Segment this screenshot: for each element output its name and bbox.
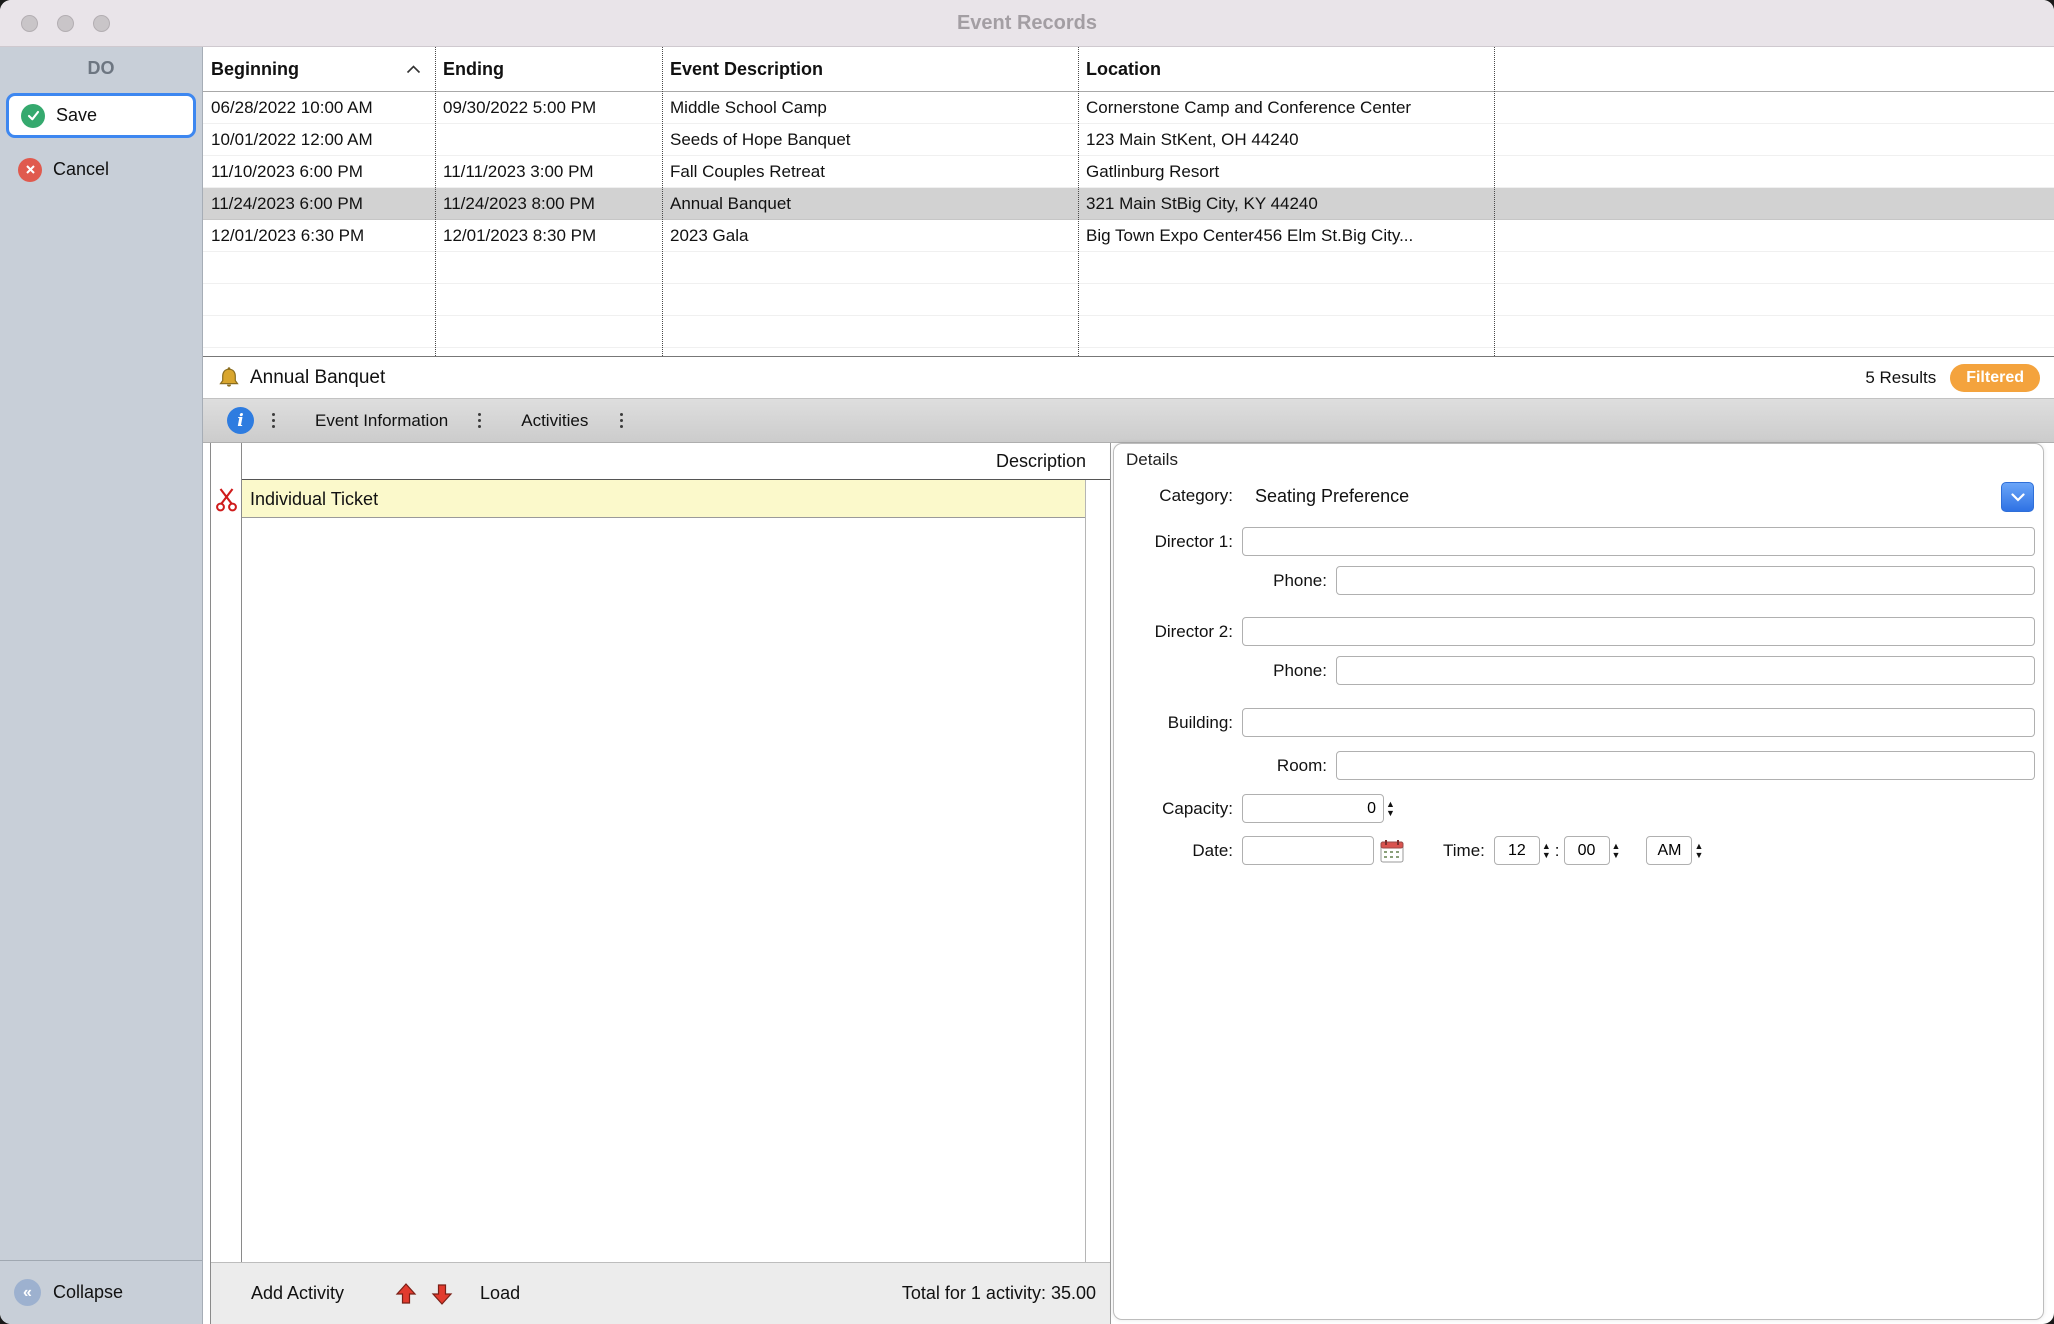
capacity-label: Capacity: — [1114, 799, 1242, 819]
drag-handle-icon[interactable] — [478, 413, 481, 428]
load-button[interactable]: Load — [472, 1279, 528, 1308]
column-header-description[interactable]: Event Description — [662, 59, 1078, 80]
table-row-empty — [203, 316, 2054, 348]
red-arrow-up-icon[interactable] — [394, 1282, 418, 1306]
table-row-selected[interactable]: 11/24/2023 6:00 PM 11/24/2023 8:00 PM An… — [203, 188, 2054, 220]
calendar-icon[interactable] — [1379, 838, 1405, 864]
save-button-label: Save — [56, 105, 97, 126]
column-divider — [662, 47, 663, 356]
drag-handle-icon[interactable] — [272, 413, 275, 428]
activity-gutter — [211, 443, 242, 1262]
activities-panel: Description Individual Ticket Add Activi… — [210, 443, 1111, 1324]
capacity-stepper[interactable]: ▲▼ — [1386, 800, 1395, 818]
description-column-header: Description — [242, 443, 1110, 480]
sidebar-header: DO — [0, 47, 202, 89]
phone2-label: Phone: — [1114, 661, 1336, 681]
collapse-label: Collapse — [53, 1282, 123, 1303]
activity-list: Individual Ticket — [242, 480, 1085, 1262]
tab-activities[interactable]: Activities — [521, 411, 588, 431]
tab-event-information[interactable]: Event Information — [315, 411, 448, 431]
table-header-row: Beginning Ending Event Description Locat… — [203, 47, 2054, 92]
minute-stepper[interactable]: ▲▼ — [1612, 842, 1621, 860]
time-hour-input[interactable] — [1494, 836, 1540, 865]
table-row-empty — [203, 284, 2054, 316]
drag-handle-icon[interactable] — [620, 413, 623, 428]
info-circle-icon[interactable]: i — [227, 407, 254, 434]
director1-label: Director 1: — [1114, 532, 1242, 552]
window-title: Event Records — [0, 0, 2054, 47]
building-label: Building: — [1114, 713, 1242, 733]
details-title: Details — [1126, 450, 1178, 470]
check-circle-icon — [21, 104, 45, 128]
column-header-location[interactable]: Location — [1078, 59, 1494, 80]
column-divider — [1494, 47, 1495, 356]
date-input[interactable] — [1242, 836, 1374, 865]
events-table: Beginning Ending Event Description Locat… — [203, 47, 2054, 357]
double-chevron-left-icon: « — [14, 1279, 41, 1306]
filtered-badge[interactable]: Filtered — [1950, 364, 2040, 392]
summary-bar: Annual Banquet 5 Results Filtered — [203, 358, 2054, 398]
selected-event-name: Annual Banquet — [250, 367, 385, 389]
table-row[interactable]: 06/28/2022 10:00 AM 09/30/2022 5:00 PM M… — [203, 92, 2054, 124]
meridiem-stepper[interactable]: ▲▼ — [1694, 842, 1703, 860]
chevron-up-icon — [406, 65, 421, 74]
tab-bar: i Event Information Activities — [203, 398, 2054, 443]
time-label: Time: — [1443, 841, 1485, 861]
table-row-empty — [203, 252, 2054, 284]
time-minute-input[interactable] — [1564, 836, 1610, 865]
details-panel: Details Category: Seating Preference Dir… — [1113, 443, 2044, 1320]
room-input[interactable] — [1336, 751, 2035, 780]
activities-total: Total for 1 activity: 35.00 — [902, 1283, 1096, 1304]
phone1-label: Phone: — [1114, 571, 1336, 591]
column-header-beginning[interactable]: Beginning — [203, 59, 435, 80]
save-button[interactable]: Save — [6, 93, 196, 138]
date-label: Date: — [1114, 841, 1242, 861]
collapse-button[interactable]: « Collapse — [0, 1260, 202, 1324]
event-records-window: Event Records DO Save Cancel « Collapse — [0, 0, 2054, 1324]
building-input[interactable] — [1242, 708, 2035, 737]
screen: Event Records DO Save Cancel « Collapse — [0, 0, 2054, 1324]
results-count: 5 Results — [1865, 368, 1936, 388]
chevron-down-icon[interactable] — [2001, 482, 2034, 512]
activities-footer: Add Activity Load Total for 1 activity: … — [211, 1262, 1110, 1324]
column-divider — [1078, 47, 1079, 356]
capacity-input[interactable] — [1242, 794, 1384, 823]
time-meridiem-input[interactable] — [1646, 836, 1692, 865]
column-divider — [435, 47, 436, 356]
title-bar: Event Records — [0, 0, 2054, 47]
scrollbar-track[interactable] — [1085, 480, 1110, 1262]
table-row[interactable]: 11/10/2023 6:00 PM 11/11/2023 3:00 PM Fa… — [203, 156, 2054, 188]
phone1-input[interactable] — [1336, 566, 2035, 595]
cancel-button[interactable]: Cancel — [6, 147, 196, 192]
time-separator: : — [1555, 841, 1560, 861]
add-activity-button[interactable]: Add Activity — [243, 1279, 352, 1308]
x-circle-icon — [18, 158, 42, 182]
bell-icon — [217, 366, 241, 390]
hour-stepper[interactable]: ▲▼ — [1542, 842, 1551, 860]
red-arrow-down-icon[interactable] — [430, 1282, 454, 1306]
category-label: Category: — [1114, 486, 1242, 506]
room-label: Room: — [1114, 756, 1336, 776]
table-row[interactable]: 12/01/2023 6:30 PM 12/01/2023 8:30 PM 20… — [203, 220, 2054, 252]
sidebar: DO Save Cancel « Collapse — [0, 47, 203, 1324]
director2-label: Director 2: — [1114, 622, 1242, 642]
column-header-ending[interactable]: Ending — [435, 59, 662, 80]
scissors-icon[interactable] — [215, 487, 238, 518]
phone2-input[interactable] — [1336, 656, 2035, 685]
activity-row[interactable]: Individual Ticket — [242, 480, 1085, 518]
category-value: Seating Preference — [1255, 486, 1409, 507]
table-row[interactable]: 10/01/2022 12:00 AM Seeds of Hope Banque… — [203, 124, 2054, 156]
cancel-button-label: Cancel — [53, 159, 109, 180]
director2-input[interactable] — [1242, 617, 2035, 646]
director1-input[interactable] — [1242, 527, 2035, 556]
